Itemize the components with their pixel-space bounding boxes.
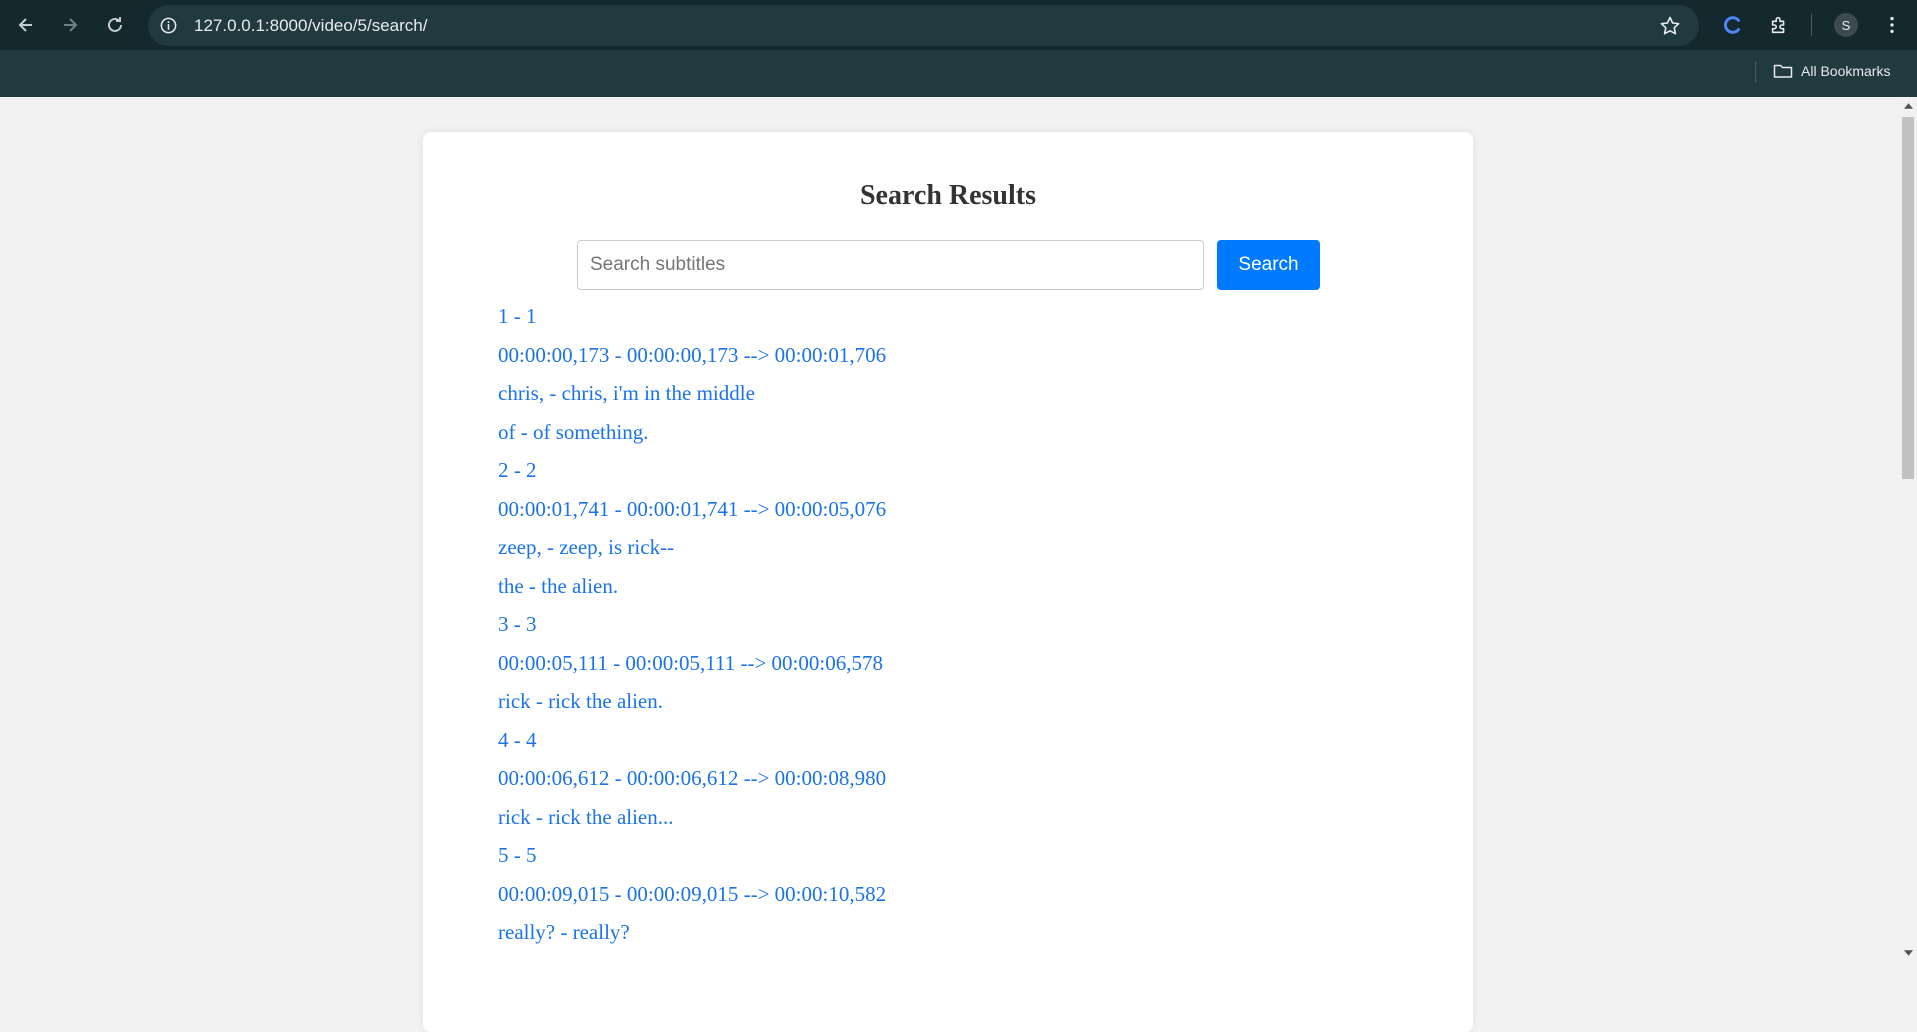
result-line: 00:00:00,173 - 00:00:00,173 --> 00:00:01…: [498, 342, 887, 367]
folder-icon: [1773, 64, 1793, 78]
address-bar[interactable]: 127.0.0.1:8000/video/5/search/: [148, 5, 1699, 46]
result-line: really? - really?: [498, 920, 630, 944]
reload-button[interactable]: [100, 10, 130, 40]
browser-chrome: 127.0.0.1:8000/video/5/search/ S All Boo…: [0, 0, 1917, 97]
result-line: zeep, - zeep, is rick--: [498, 535, 675, 559]
all-bookmarks-label: All Bookmarks: [1801, 63, 1891, 79]
result-line: 3 - 3: [498, 612, 537, 636]
result-line: chris, - chris, i'm in the middle: [498, 381, 755, 405]
url-text[interactable]: 127.0.0.1:8000/video/5/search/: [194, 16, 427, 36]
results-list: 1 - 1 00:00:00,173 - 00:00:00,173 --> 00:…: [498, 297, 1398, 952]
result-line: rick - rick the alien.: [498, 689, 664, 713]
all-bookmarks-button[interactable]: All Bookmarks: [1773, 60, 1890, 82]
page-title: Search Results: [859, 180, 1037, 211]
search-input[interactable]: [577, 240, 1204, 290]
arrow-right-icon: [64, 18, 78, 32]
arrow-left-icon: [18, 18, 32, 32]
profile-avatar[interactable]: S: [1834, 13, 1858, 37]
page-content: Search Results Search 1 - 1 00:00:00,173 …: [0, 97, 1899, 1032]
more-menu-icon[interactable]: [1879, 12, 1905, 38]
results-card: Search Results Search 1 - 1 00:00:00,173 …: [423, 132, 1473, 1032]
result-line: of - of something.: [498, 419, 649, 444]
result-line: rick - rick the alien...: [498, 804, 674, 829]
search-button[interactable]: Search: [1217, 240, 1320, 290]
toolbar-divider: [1811, 14, 1812, 36]
result-line: 2 - 2: [498, 458, 537, 482]
reload-icon: [108, 17, 122, 32]
result-line: 00:00:09,015 - 00:00:09,015 --> 00:00:10…: [498, 881, 887, 906]
scroll-up-arrow-icon[interactable]: [1899, 99, 1917, 113]
extension-c-icon[interactable]: [1720, 12, 1746, 38]
result-line: 00:00:01,741 - 00:00:01,741 --> 00:00:05…: [498, 496, 887, 521]
forward-button[interactable]: [55, 10, 85, 40]
extensions-puzzle-icon[interactable]: [1766, 12, 1792, 38]
site-info-icon[interactable]: [158, 15, 179, 36]
result-line: 00:00:06,612 - 00:00:06,612 --> 00:00:08…: [498, 766, 887, 790]
bookmark-star-icon[interactable]: [1659, 15, 1681, 37]
result-line: 4 - 4: [498, 727, 537, 752]
result-line: the - the alien.: [498, 573, 619, 598]
scrollbar-thumb[interactable]: [1902, 117, 1914, 479]
result-line: 00:00:05,111 - 00:00:05,111 --> 00:00:06…: [498, 650, 883, 675]
result-line: 1 - 1: [498, 304, 537, 328]
back-button[interactable]: [11, 10, 41, 40]
scroll-down-arrow-icon[interactable]: [1899, 946, 1917, 960]
result-line: 5 - 5: [498, 843, 537, 867]
browser-toolbar: 127.0.0.1:8000/video/5/search/ S: [0, 0, 1917, 50]
page-scrollbar[interactable]: [1899, 97, 1917, 962]
bookmarks-divider: [1755, 61, 1756, 83]
